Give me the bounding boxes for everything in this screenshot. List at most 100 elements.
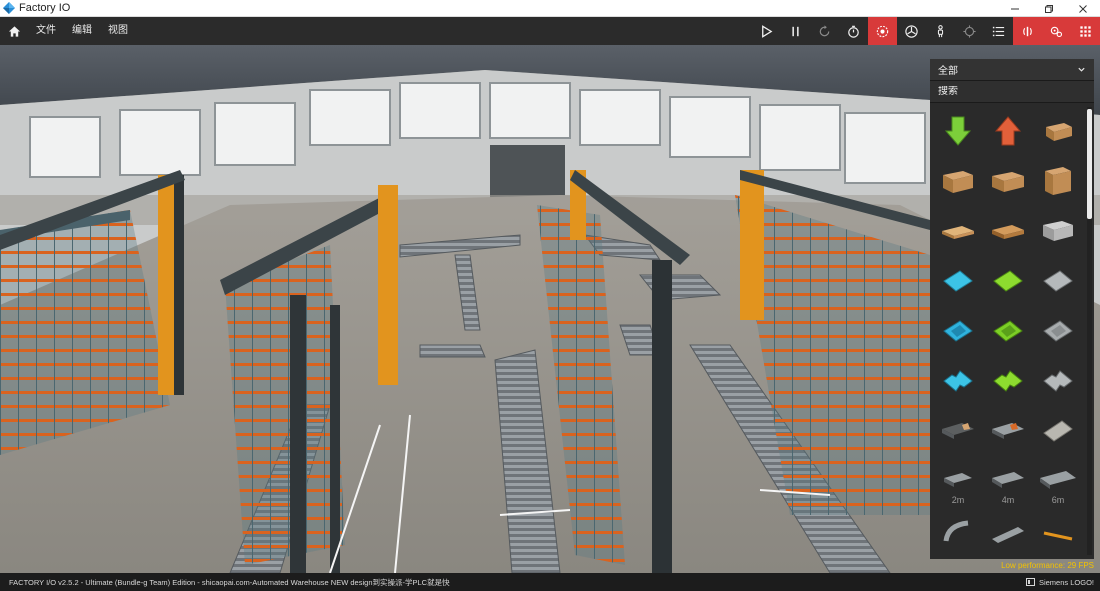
- palette-item-conveyor-2m[interactable]: 2m: [934, 457, 982, 505]
- close-button[interactable]: [1066, 0, 1100, 17]
- minimize-button[interactable]: [998, 0, 1032, 17]
- green-raw-material-icon: [993, 270, 1023, 292]
- drivers-button[interactable]: [1042, 17, 1071, 45]
- palette-item-belt-conveyor[interactable]: [984, 407, 1032, 455]
- palette-item-roller-conveyor[interactable]: [934, 407, 982, 455]
- palette-item-curved-conveyor[interactable]: [934, 507, 982, 555]
- home-button[interactable]: [0, 17, 28, 45]
- pause-icon: [792, 26, 799, 36]
- pause-button[interactable]: [781, 17, 810, 45]
- chevron-down-icon: [1078, 67, 1085, 72]
- palette-item-large-box[interactable]: [984, 157, 1032, 205]
- driver-icon: [1025, 578, 1035, 586]
- pallet-icon: [942, 226, 974, 239]
- fly-camera-button[interactable]: [897, 17, 926, 45]
- metal-raw-material-icon: [1043, 270, 1073, 292]
- emitter-icon: [944, 116, 972, 146]
- roller-conveyor-icon: [942, 423, 974, 439]
- palette-item-green-base[interactable]: [984, 307, 1032, 355]
- conveyor-6m-label: 6m: [1051, 495, 1065, 505]
- blue-product-lid-icon: [943, 370, 973, 392]
- conveyor-2m-label: 2m: [951, 495, 965, 505]
- large-box-icon: [992, 172, 1024, 192]
- window-controls: [998, 0, 1100, 17]
- curved-conveyor-icon: [943, 520, 969, 542]
- palette-item-conveyor-6m[interactable]: 6m: [1034, 457, 1082, 505]
- wood-pallet-icon: [992, 225, 1024, 239]
- palette-scrollbar[interactable]: [1087, 107, 1092, 555]
- toolbar-actions: [752, 17, 1100, 45]
- palette-item-green-lid[interactable]: [984, 357, 1032, 405]
- 3d-viewport[interactable]: 全部 搜索 2m 4m 6m: [0, 45, 1100, 573]
- minimize-icon: [1011, 8, 1019, 9]
- palette-item-pallet[interactable]: [934, 207, 982, 255]
- green-product-lid-icon: [993, 370, 1023, 392]
- metal-product-lid-icon: [1043, 370, 1073, 392]
- menu-edit[interactable]: 编辑: [64, 17, 100, 45]
- blue-raw-material-icon: [943, 270, 973, 292]
- palette-search[interactable]: [930, 81, 1094, 103]
- palette-item-metal-base[interactable]: [1034, 307, 1082, 355]
- palette-grid: 2m 4m 6m: [934, 107, 1084, 555]
- restore-icon: [1045, 4, 1053, 13]
- small-box-icon: [1046, 123, 1072, 141]
- palette-item-blue-lid[interactable]: [934, 357, 982, 405]
- remover-icon: [994, 116, 1022, 146]
- category-select-value: 全部: [938, 66, 958, 77]
- palette-item-conveyor-4m[interactable]: 4m: [984, 457, 1032, 505]
- play-button[interactable]: [752, 17, 781, 45]
- metal-product-base-icon: [1043, 320, 1073, 342]
- palette-item-emitter[interactable]: [934, 107, 982, 155]
- close-icon: [1079, 4, 1087, 13]
- camera-orbit-icon: [876, 25, 889, 37]
- palette-item-green-raw[interactable]: [984, 257, 1032, 305]
- parts-palette: 全部 搜索 2m 4m 6m: [930, 59, 1094, 559]
- status-info-text: FACTORY I/O v2.5.2 - Ultimate (Bundle-g …: [9, 577, 450, 587]
- palette-item-blue-raw[interactable]: [934, 257, 982, 305]
- palette-item-small-box[interactable]: [1034, 107, 1082, 155]
- blue-product-base-icon: [943, 320, 973, 342]
- io-grid-button[interactable]: [1071, 17, 1100, 45]
- conveyor-4m-label: 4m: [1001, 495, 1015, 505]
- stopwatch-icon: [848, 25, 859, 38]
- window-titlebar: Factory IO: [0, 0, 1100, 17]
- belt-conveyor-icon: [992, 423, 1024, 439]
- reset-icon: [819, 24, 830, 36]
- palette-item-stacking-plate[interactable]: [1034, 407, 1082, 455]
- status-bar: FACTORY I/O v2.5.2 - Ultimate (Bundle-g …: [0, 573, 1100, 591]
- driver-name: Siemens LOGO!: [1038, 577, 1094, 587]
- menu-view[interactable]: 视图: [100, 17, 136, 45]
- play-icon: [762, 24, 773, 38]
- medium-box-icon: [943, 171, 973, 193]
- fan-icon: [905, 24, 918, 38]
- palette-item-rod[interactable]: [1034, 507, 1082, 555]
- palette-item-pallet-bin[interactable]: [1034, 207, 1082, 255]
- drivers-icon: [1050, 26, 1063, 37]
- home-icon: [8, 25, 20, 37]
- reset-button[interactable]: [810, 17, 839, 45]
- driver-indicator[interactable]: Siemens LOGO!: [1025, 573, 1094, 591]
- palette-item-medium-box[interactable]: [934, 157, 982, 205]
- palette-scrollbar-thumb[interactable]: [1087, 109, 1092, 219]
- palette-search-input[interactable]: [938, 86, 1068, 97]
- orbit-camera-button[interactable]: [868, 17, 897, 45]
- sensors-button[interactable]: [1013, 17, 1042, 45]
- palette-item-wood-pallet[interactable]: [984, 207, 1032, 255]
- menu-file[interactable]: 文件: [28, 17, 64, 45]
- target-button[interactable]: [955, 17, 984, 45]
- category-select[interactable]: 全部: [930, 59, 1094, 81]
- timer-button[interactable]: [839, 17, 868, 45]
- performance-warning: Low performance: 29 FPS: [1001, 561, 1094, 570]
- palette-item-metal-raw[interactable]: [1034, 257, 1082, 305]
- palette-item-blue-base[interactable]: [934, 307, 982, 355]
- window-title: Factory IO: [19, 2, 71, 14]
- sensors-icon: [1023, 26, 1032, 36]
- grid-icon: [1080, 25, 1091, 37]
- palette-item-remover[interactable]: [984, 107, 1032, 155]
- tag-list-button[interactable]: [984, 17, 1013, 45]
- palette-item-ramp-conveyor[interactable]: [984, 507, 1032, 555]
- palette-item-tall-box[interactable]: [1034, 157, 1082, 205]
- palette-item-metal-lid[interactable]: [1034, 357, 1082, 405]
- restore-button[interactable]: [1032, 0, 1066, 17]
- first-person-button[interactable]: [926, 17, 955, 45]
